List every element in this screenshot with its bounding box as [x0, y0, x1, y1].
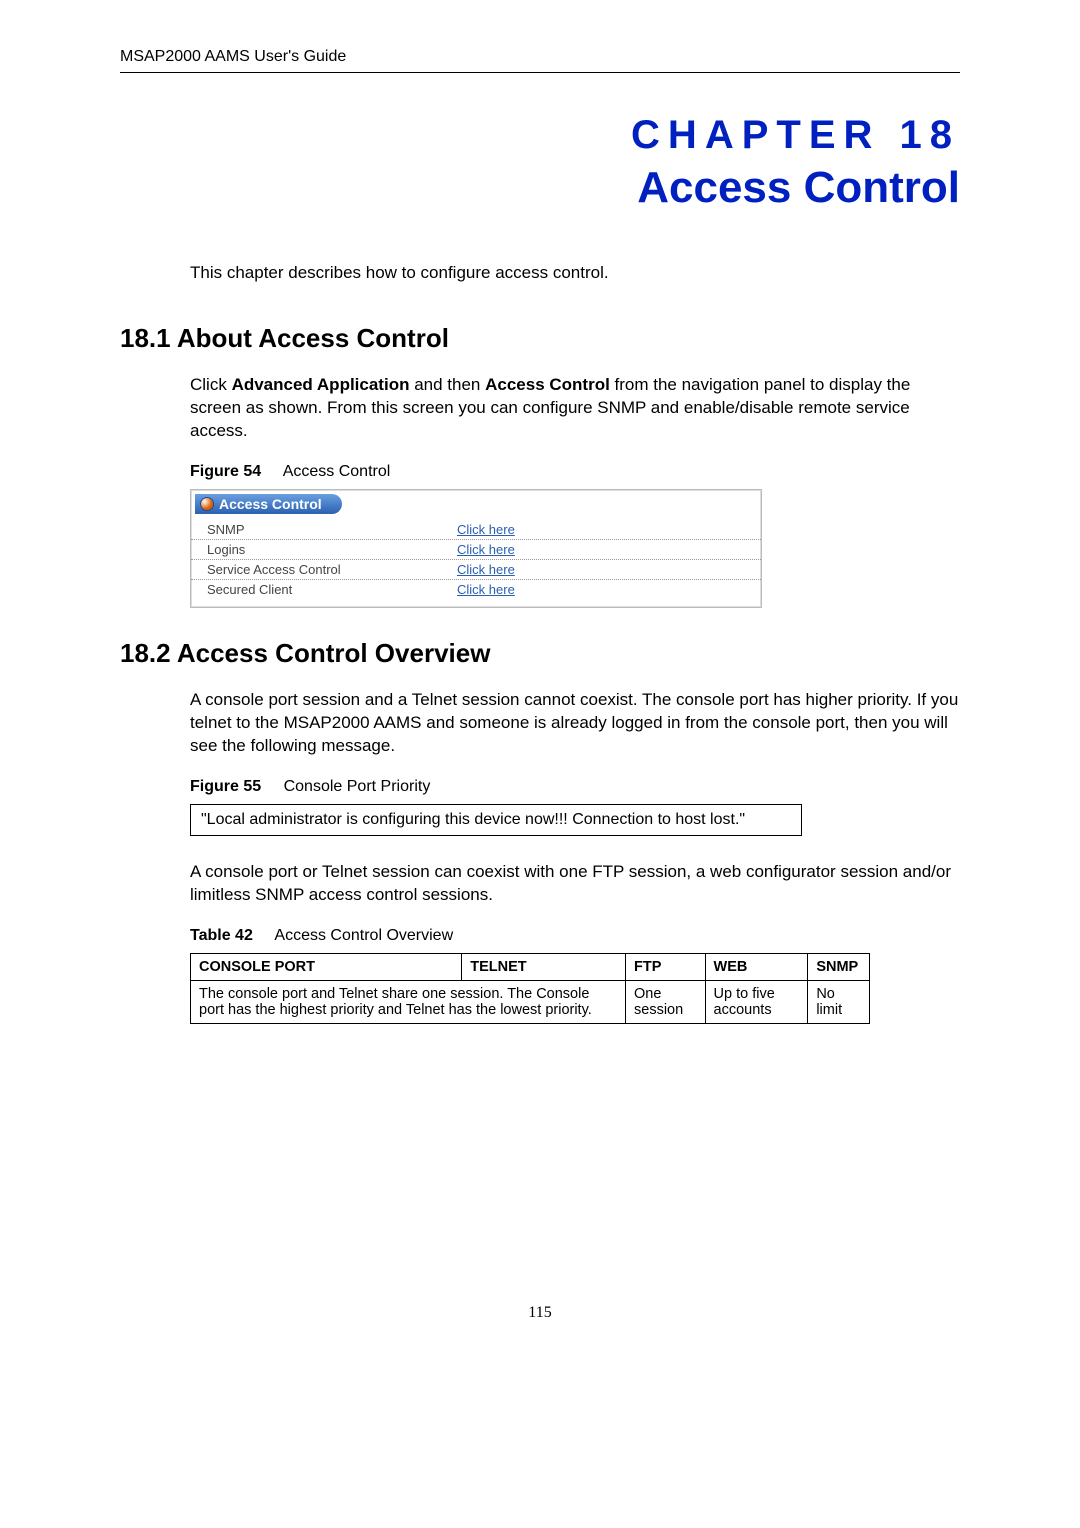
- th-snmp: SNMP: [808, 953, 870, 980]
- figure-54-caption: Figure 54 Access Control: [190, 463, 960, 481]
- panel-row-logins: Logins Click here: [191, 540, 761, 560]
- bold-advanced-application: Advanced Application: [232, 375, 410, 394]
- section-heading-18-1: 18.1 About Access Control: [120, 323, 960, 354]
- table-caption-text: Access Control Overview: [274, 927, 453, 944]
- panel-row-link[interactable]: Click here: [457, 562, 515, 577]
- chapter-intro: This chapter describes how to configure …: [190, 263, 960, 283]
- th-console-port: CONSOLE PORT: [191, 953, 462, 980]
- table-42: CONSOLE PORT TELNET FTP WEB SNMP The con…: [190, 953, 870, 1024]
- td-console-telnet: The console port and Telnet share one se…: [191, 980, 626, 1023]
- section-18-1-para: Click Advanced Application and then Acce…: [190, 374, 960, 443]
- table-label: Table 42: [190, 927, 253, 944]
- td-snmp: No limit: [808, 980, 870, 1023]
- figure-caption-text: Console Port Priority: [284, 778, 431, 795]
- th-web: WEB: [705, 953, 808, 980]
- text: Click: [190, 375, 232, 394]
- panel-row-label: Logins: [207, 542, 457, 557]
- bold-access-control: Access Control: [485, 375, 610, 394]
- chapter-title: Access Control: [120, 163, 960, 213]
- panel-title: Access Control: [219, 496, 322, 512]
- panel-row-label: Secured Client: [207, 582, 457, 597]
- section-heading-18-2: 18.2 Access Control Overview: [120, 638, 960, 669]
- table-header-row: CONSOLE PORT TELNET FTP WEB SNMP: [191, 953, 870, 980]
- td-ftp: One session: [626, 980, 706, 1023]
- figure-label: Figure 55: [190, 778, 261, 795]
- panel-header-icon: [201, 498, 213, 510]
- figure-54-panel: Access Control SNMP Click here Logins Cl…: [190, 489, 762, 608]
- panel-row-link[interactable]: Click here: [457, 582, 515, 597]
- table-42-caption: Table 42 Access Control Overview: [190, 927, 960, 945]
- panel-row-label: SNMP: [207, 522, 457, 537]
- section-18-2-para1: A console port session and a Telnet sess…: [190, 689, 960, 758]
- text: and then: [409, 375, 485, 394]
- th-ftp: FTP: [626, 953, 706, 980]
- panel-row-link[interactable]: Click here: [457, 522, 515, 537]
- table-data-row: The console port and Telnet share one se…: [191, 980, 870, 1023]
- panel-row-service-access-control: Service Access Control Click here: [191, 560, 761, 580]
- figure-55-message-box: "Local administrator is configuring this…: [190, 804, 802, 836]
- th-telnet: TELNET: [462, 953, 626, 980]
- td-web: Up to five accounts: [705, 980, 808, 1023]
- panel-header: Access Control: [195, 494, 342, 514]
- section-18-2-para2: A console port or Telnet session can coe…: [190, 861, 960, 907]
- page-number: 115: [120, 1304, 960, 1322]
- chapter-label: CHAPTER 18: [120, 113, 960, 158]
- panel-row-secured-client: Secured Client Click here: [191, 580, 761, 599]
- panel-row-label: Service Access Control: [207, 562, 457, 577]
- figure-caption-text: Access Control: [283, 463, 391, 480]
- figure-label: Figure 54: [190, 463, 261, 480]
- panel-row-snmp: SNMP Click here: [191, 520, 761, 540]
- running-header: MSAP2000 AAMS User's Guide: [120, 48, 960, 73]
- figure-55-caption: Figure 55 Console Port Priority: [190, 778, 960, 796]
- panel-row-link[interactable]: Click here: [457, 542, 515, 557]
- page: MSAP2000 AAMS User's Guide CHAPTER 18 Ac…: [0, 0, 1080, 1382]
